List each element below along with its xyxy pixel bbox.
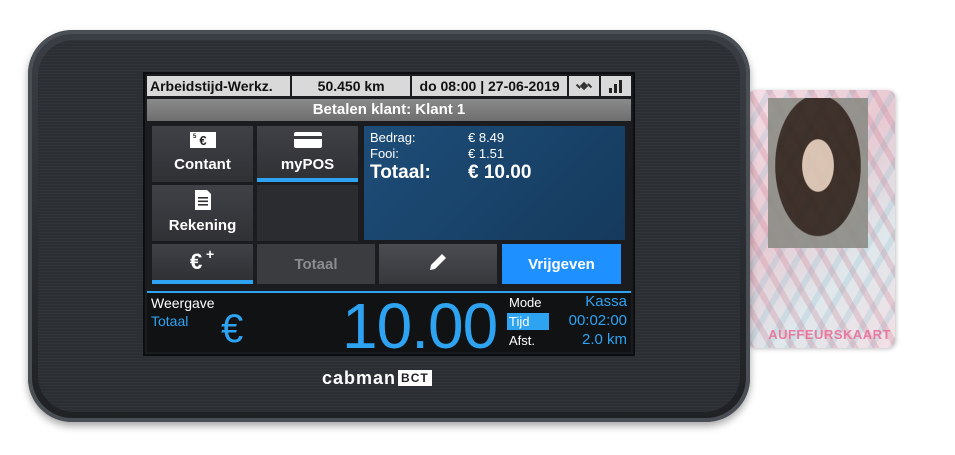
bedrag-value: € 8.49: [468, 130, 505, 145]
fooi-value: € 1.51: [468, 146, 505, 161]
bedrag-label: Bedrag:: [370, 130, 416, 145]
mode-label: Mode: [509, 295, 542, 310]
svg-text:€: €: [190, 249, 202, 272]
tijd-value: 00:02:00: [568, 312, 627, 329]
afst-value: 2.0 km: [581, 331, 627, 348]
mypos-label: myPOS: [280, 156, 335, 173]
pencil-icon: [426, 250, 450, 278]
weergave-label: Weergave: [151, 295, 215, 311]
totaal-value: € 10.00: [468, 162, 532, 183]
vrijgeven-label: Vrijgeven: [528, 255, 595, 273]
empty-tile: [257, 185, 358, 241]
driver-card: AUFFEURSKAART: [748, 90, 895, 348]
invoice-icon: [152, 189, 253, 215]
mypos-button[interactable]: myPOS: [257, 126, 358, 182]
brand-name: cabman: [322, 367, 397, 388]
edit-button[interactable]: [379, 244, 497, 284]
fooi-row: Fooi: € 1.51: [370, 146, 504, 161]
brand-badge: BCT: [398, 370, 432, 386]
driver-card-label: AUFFEURSKAART: [768, 327, 891, 342]
svg-text:€: €: [199, 133, 206, 148]
contant-label: Contant: [174, 156, 231, 173]
vrijgeven-button[interactable]: Vrijgeven: [502, 244, 621, 284]
activity-status[interactable]: Arbeidstijd-Werkz.: [147, 76, 291, 96]
svg-text:+: +: [206, 248, 214, 262]
signal-bars-icon: [601, 76, 631, 96]
datetime: do 08:00 | 27-06-2019: [411, 76, 568, 96]
euro-plus-icon: € +: [188, 246, 218, 276]
totaal-label: Totaal:: [370, 162, 431, 183]
driver-photo: [768, 98, 868, 248]
meter-display: Weergave Totaal € 10.00 Mode Kassa Tijd …: [147, 290, 631, 354]
payment-summary: Bedrag: € 8.49 Fooi: € 1.51 Totaal: € 10.00: [364, 126, 625, 240]
odometer: 50.450 km: [292, 76, 410, 96]
totaal-button-label: Totaal: [294, 255, 338, 273]
rekening-label: Rekening: [168, 217, 237, 234]
bedrag-row: Bedrag: € 8.49: [370, 130, 504, 145]
weergave-value[interactable]: Totaal: [151, 313, 188, 329]
card-icon: [257, 130, 358, 154]
device-screen: Arbeidstijd-Werkz. 50.450 km do 08:00 | …: [143, 72, 635, 356]
afst-label: Afst.: [509, 333, 536, 348]
meter-amount: 10.00: [342, 290, 498, 356]
mode-value: Kassa: [585, 293, 627, 310]
contant-button[interactable]: €5 Contant: [152, 126, 253, 182]
totaal-button[interactable]: Totaal: [257, 244, 375, 284]
satellite-icon: [569, 76, 600, 96]
cash-euro-icon: €5: [152, 130, 253, 154]
status-bar: Arbeidstijd-Werkz. 50.450 km do 08:00 | …: [147, 76, 631, 96]
cabman-logo: cabman BCT: [322, 368, 462, 388]
rekening-button[interactable]: Rekening: [152, 185, 253, 241]
fooi-label: Fooi:: [370, 146, 399, 161]
currency-symbol: €: [221, 307, 244, 351]
page-title: Betalen klant: Klant 1: [147, 99, 631, 121]
totaal-row: Totaal: € 10.00: [370, 162, 531, 184]
add-tip-button[interactable]: € +: [152, 244, 253, 284]
tijd-label: Tijd: [509, 314, 530, 329]
